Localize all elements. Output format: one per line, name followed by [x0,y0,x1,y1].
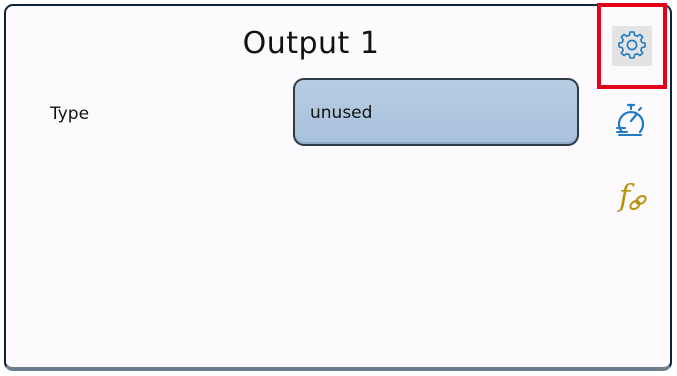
output-panel: Output 1 Type unused [4,4,672,371]
gear-icon [617,29,647,63]
settings-button[interactable] [597,3,667,89]
type-select[interactable]: unused [293,78,579,146]
page-title: Output 1 [242,26,380,61]
timer-button[interactable] [611,102,651,142]
settings-button-background [612,26,652,66]
stopwatch-icon [613,102,649,142]
function-link-icon: f [613,176,649,220]
type-label: Type [50,104,90,124]
type-select-value: unused [310,103,373,123]
function-link-button[interactable]: f [611,178,651,218]
